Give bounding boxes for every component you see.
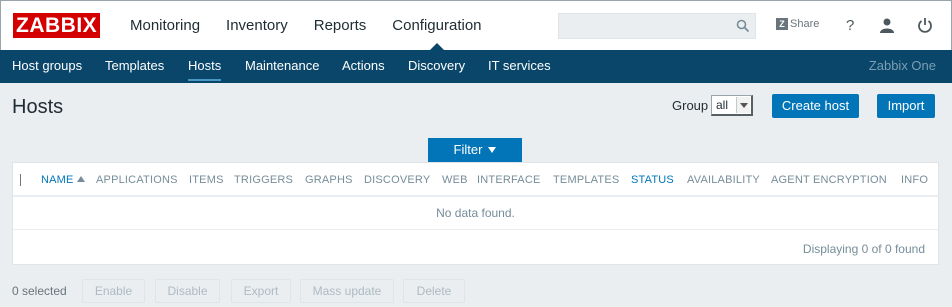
delete-button[interactable]: Delete [403,279,465,303]
subnav-discovery[interactable]: Discovery [408,50,465,82]
zabbix-logo[interactable]: ZABBIX [13,13,101,38]
selected-count: 0 selected [12,284,67,298]
filter-toggle[interactable]: Filter [428,138,522,162]
column-header-graphs: GRAPHS [305,174,353,186]
server-name: Zabbix One [868,58,936,73]
subnav-host-groups[interactable]: Host groups [12,50,82,82]
column-header-web: WEB [442,174,468,186]
import-button[interactable]: Import [877,94,935,118]
column-header-items: ITEMS [189,174,224,186]
chevron-down-icon[interactable] [736,97,750,113]
column-header-applications: APPLICATIONS [96,174,178,186]
subnav-it-services[interactable]: IT services [488,50,551,82]
subnav-templates[interactable]: Templates [105,50,164,82]
enable-button[interactable]: Enable [82,279,145,303]
column-header-info: INFO [901,174,929,186]
column-header-agent-encryption: AGENT ENCRYPTION [771,174,887,186]
share-link[interactable]: Z Share [776,18,819,30]
column-name-label: NAME [41,174,74,186]
search-input[interactable] [558,13,756,39]
logo-text: ZABBIX [16,14,98,37]
select-all-checkbox[interactable] [20,174,22,186]
mass-update-button[interactable]: Mass update [300,279,394,303]
create-host-button[interactable]: Create host [772,94,859,118]
column-header-triggers: TRIGGERS [234,174,294,186]
filter-label: Filter [453,142,483,157]
help-icon[interactable]: ? [846,17,854,34]
subnav-maintenance[interactable]: Maintenance [245,50,319,82]
main-nav-configuration[interactable]: Configuration [392,1,482,51]
table-header: NAME APPLICATIONS ITEMS TRIGGERS GRAPHS … [13,163,938,197]
column-header-templates: TEMPLATES [553,174,620,186]
share-icon: Z [776,18,788,30]
subnav-hosts[interactable]: Hosts [188,50,222,82]
column-header-interface: INTERFACE [477,174,541,186]
column-header-status[interactable]: STATUS [631,174,674,186]
logout-icon[interactable] [917,17,933,36]
top-header: ZABBIX Monitoring Inventory Reports Conf… [0,0,952,51]
group-select[interactable]: all [711,95,753,116]
column-header-name[interactable]: NAME [41,174,85,186]
column-header-discovery: DISCOVERY [364,174,431,186]
hosts-table: NAME APPLICATIONS ITEMS TRIGGERS GRAPHS … [12,162,939,265]
disable-button[interactable]: Disable [155,279,220,303]
sub-nav: Host groups Templates Hosts Maintenance … [0,50,952,83]
empty-table-message: No data found. [13,197,938,230]
subnav-actions[interactable]: Actions [342,50,385,82]
sort-ascending-icon [76,176,85,182]
main-nav: Monitoring Inventory Reports Configurati… [130,1,508,51]
main-nav-inventory[interactable]: Inventory [226,1,288,51]
column-header-availability: AVAILABILITY [687,174,760,186]
search-icon[interactable] [736,19,750,36]
main-nav-reports[interactable]: Reports [314,1,367,51]
main-nav-monitoring[interactable]: Monitoring [130,1,200,51]
share-label: Share [790,18,820,30]
export-button[interactable]: Export [231,279,291,303]
page-title: Hosts [12,96,64,118]
group-label: Group [672,98,709,113]
group-select-value: all [716,98,729,112]
caret-down-icon [488,147,497,153]
paging-summary: Displaying 0 of 0 found [802,242,925,256]
user-profile-icon[interactable] [879,17,895,36]
